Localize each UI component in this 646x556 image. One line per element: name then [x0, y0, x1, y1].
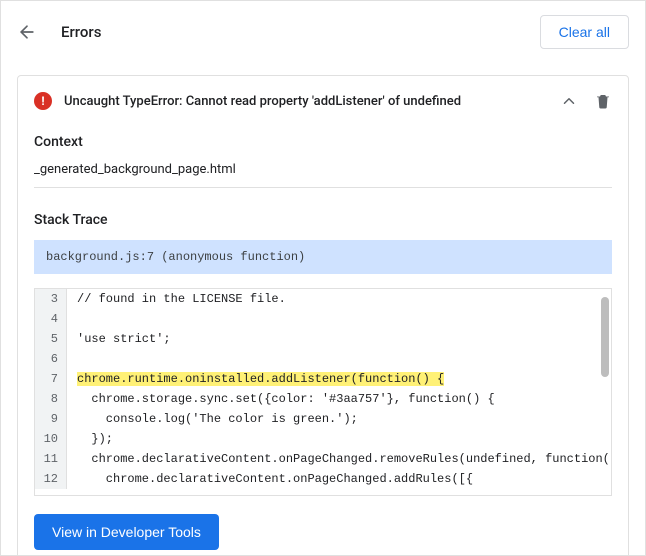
code-row: 7chrome.runtime.oninstalled.addListener(… — [35, 369, 611, 389]
scrollbar-thumb[interactable] — [601, 297, 609, 377]
line-number: 8 — [35, 389, 67, 409]
code-line: chrome.declarativeContent.onPageChanged.… — [67, 469, 473, 489]
code-row: 11 chrome.declarativeContent.onPageChang… — [35, 449, 611, 469]
code-row: 10 }); — [35, 429, 611, 449]
code-line — [67, 309, 77, 329]
errors-panel: Errors Clear all ! Uncaught TypeError: C… — [0, 0, 646, 556]
context-value: _generated_background_page.html — [34, 162, 612, 188]
back-arrow-icon[interactable] — [17, 22, 37, 42]
code-line: chrome.runtime.oninstalled.addListener(f… — [67, 369, 444, 389]
code-row: 9 console.log('The color is green.'); — [35, 409, 611, 429]
code-row: 3// found in the LICENSE file. — [35, 289, 611, 309]
header: Errors Clear all — [1, 1, 645, 63]
code-row: 12 chrome.declarativeContent.onPageChang… — [35, 469, 611, 489]
content-area: ! Uncaught TypeError: Cannot read proper… — [1, 63, 645, 555]
code-line — [67, 349, 77, 369]
error-summary-row: ! Uncaught TypeError: Cannot read proper… — [34, 92, 612, 110]
code-row: 6 — [35, 349, 611, 369]
line-number: 11 — [35, 449, 67, 469]
stack-trace-label: Stack Trace — [34, 212, 612, 228]
line-number: 6 — [35, 349, 67, 369]
line-number: 4 — [35, 309, 67, 329]
code-block: 3// found in the LICENSE file.45'use str… — [34, 288, 612, 496]
line-number: 3 — [35, 289, 67, 309]
trash-icon[interactable] — [594, 92, 612, 110]
code-line: chrome.storage.sync.set({color: '#3aa757… — [67, 389, 495, 409]
page-title: Errors — [61, 23, 540, 41]
code-row: 8 chrome.storage.sync.set({color: '#3aa7… — [35, 389, 611, 409]
line-number: 7 — [35, 369, 67, 389]
line-number: 9 — [35, 409, 67, 429]
code-row: 5'use strict'; — [35, 329, 611, 349]
line-number: 5 — [35, 329, 67, 349]
line-number: 10 — [35, 429, 67, 449]
error-message: Uncaught TypeError: Cannot read property… — [64, 94, 544, 109]
code-line: 'use strict'; — [67, 329, 171, 349]
code-line: // found in the LICENSE file. — [67, 289, 286, 309]
code-row: 4 — [35, 309, 611, 329]
chevron-up-icon[interactable] — [560, 92, 578, 110]
error-icon: ! — [34, 92, 52, 110]
view-in-devtools-button[interactable]: View in Developer Tools — [34, 514, 219, 550]
code-line: chrome.declarativeContent.onPageChanged.… — [67, 449, 612, 469]
context-label: Context — [34, 134, 612, 150]
line-number: 12 — [35, 469, 67, 489]
code-line: console.log('The color is green.'); — [67, 409, 358, 429]
stack-frame[interactable]: background.js:7 (anonymous function) — [34, 240, 612, 274]
code-line: }); — [67, 429, 113, 449]
error-card: ! Uncaught TypeError: Cannot read proper… — [17, 75, 629, 555]
clear-all-button[interactable]: Clear all — [540, 15, 629, 49]
